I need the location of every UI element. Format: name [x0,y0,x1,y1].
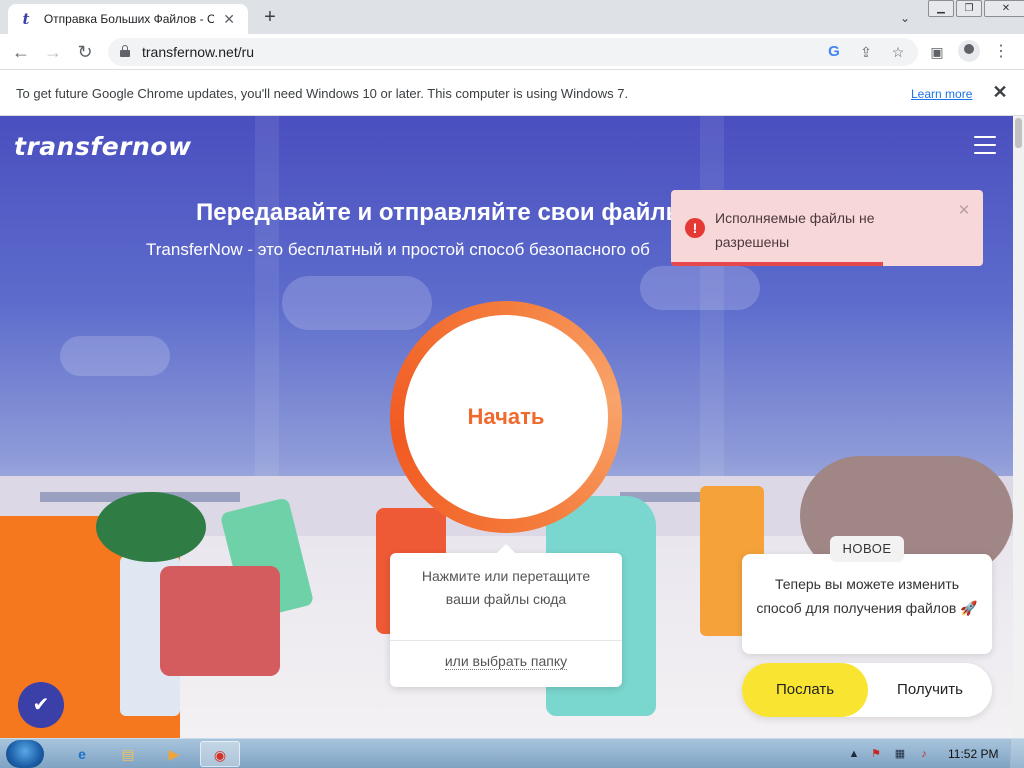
share-icon[interactable]: ⇪ [856,42,876,62]
page-headline: Передавайте и отправляйте свои файлы [196,199,676,226]
back-icon[interactable]: ← [10,41,32,63]
start-upload-button[interactable]: Начать [390,301,622,533]
drop-zone-tooltip[interactable]: Нажмите или перетащите ваши файлы сюда и… [390,544,622,687]
bookmark-star-icon[interactable]: ☆ [888,42,908,62]
infobar-message: To get future Google Chrome updates, you… [16,86,629,101]
windows-start-icon[interactable] [6,740,44,768]
forward-icon[interactable]: → [42,41,64,63]
new-tab-icon[interactable]: + [258,6,282,30]
internet-explorer-icon[interactable]: e [62,741,102,767]
minimize-icon[interactable]: ▁ [928,0,954,17]
toast-timer-bar [671,262,884,266]
action-center-icon[interactable]: ⚑ [868,746,884,762]
browser-tab[interactable]: t Отправка Больших Файлов - Об ✕ [8,4,248,34]
send-mode-button[interactable]: Послать [742,663,868,717]
start-button-inner[interactable]: Начать [404,315,608,519]
new-badge: НОВОЕ [830,536,904,562]
tab-search-chevron-icon[interactable]: ⌄ [894,8,916,28]
profile-avatar[interactable] [958,40,980,62]
divider [390,640,622,641]
volume-muted-icon[interactable]: ♪ [916,746,932,762]
tab-title: Отправка Больших Файлов - Об [43,12,215,26]
google-translate-icon[interactable]: G [824,42,844,62]
select-folder-link[interactable]: или выбрать папку [390,653,622,670]
site-favicon-icon: t [22,10,30,28]
network-icon[interactable]: ▦ [892,746,908,762]
red-chair-illustration [160,566,280,676]
update-infobar: To get future Google Chrome updates, you… [0,71,1024,116]
hamburger-menu-icon[interactable] [974,136,996,154]
windows-taskbar: e ▤ ▶ ◉ ▲ ⚑ ▦ ♪ 11:52 PM [0,738,1024,768]
error-toast: ! Исполняемые файлы не разрешены ✕ [671,190,983,266]
toast-message: Исполняемые файлы не разрешены [715,210,875,250]
learn-more-link[interactable]: Learn more [911,87,972,101]
address-bar[interactable]: transfernow.net/ru G ⇪ ☆ [108,38,918,66]
file-explorer-icon[interactable]: ▤ [108,741,148,767]
side-panel-icon[interactable]: ▣ [926,41,948,63]
background-cloud [640,266,760,310]
start-button-label[interactable]: Начать [468,404,545,430]
restore-icon[interactable]: ❐ [956,0,982,17]
page-scrollbar[interactable] [1013,116,1024,738]
lock-icon[interactable] [120,45,130,57]
toast-close-icon[interactable]: ✕ [957,203,971,218]
drop-hint-text: Нажмите или перетащите ваши файлы сюда [421,568,591,607]
tab-close-icon[interactable]: ✕ [220,10,238,28]
browser-toolbar: ← → ↻ transfernow.net/ru G ⇪ ☆ ▣ ⋮ [0,34,1024,70]
show-desktop-button[interactable] [1010,739,1024,768]
new-feature-text: Теперь вы можете изменить способ для пол… [756,576,978,616]
taskbar-clock[interactable]: 11:52 PM [948,747,998,761]
select-folder-label[interactable]: или выбрать папку [444,653,568,670]
background-cloud [60,336,170,376]
reload-icon[interactable]: ↻ [74,41,96,63]
menu-kebab-icon[interactable]: ⋮ [990,41,1012,63]
new-feature-card: Теперь вы можете изменить способ для пол… [742,554,992,654]
url-text[interactable]: transfernow.net/ru [142,44,254,60]
scroll-thumb[interactable] [1015,118,1022,148]
tab-strip: t Отправка Больших Файлов - Об ✕ + ⌄ ▁ ❐… [0,0,1024,34]
chrome-taskbar-icon[interactable]: ◉ [200,741,240,767]
window-close-icon[interactable]: ✕ [984,0,1024,17]
window-controls: ▁ ❐ ✕ [928,0,1024,18]
background-pillar [255,116,279,476]
double-check-icon[interactable]: ✔ [18,682,64,728]
send-receive-toggle: Послать Получить [742,663,992,717]
error-icon: ! [685,218,705,238]
plant-illustration [96,492,206,562]
background-cloud [282,276,432,330]
infobar-close-icon[interactable]: ✕ [990,82,1010,102]
page-content: transfernow Передавайте и отправляйте св… [0,116,1013,738]
tray-expand-icon[interactable]: ▲ [846,746,862,762]
receive-mode-button[interactable]: Получить [868,663,992,717]
page-subheadline: TransferNow - это бесплатный и простой с… [146,240,650,259]
transfernow-logo[interactable]: transfernow [14,132,192,161]
media-player-icon[interactable]: ▶ [154,741,194,767]
